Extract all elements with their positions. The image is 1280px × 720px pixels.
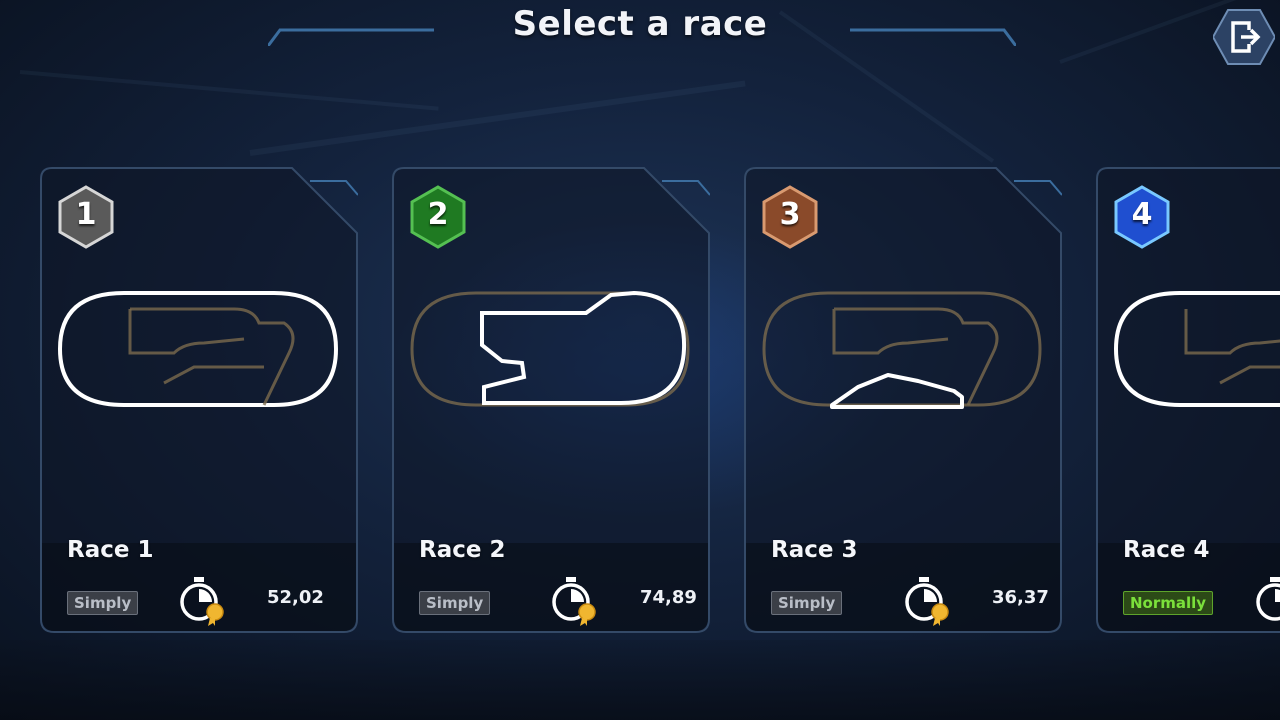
race-card-3[interactable]: 3 Race 3 Simply 36,37 <box>744 167 1062 633</box>
race-card-2[interactable]: 2 Race 2 Simply 74,89 <box>392 167 710 633</box>
header: Select a race <box>0 0 1280 56</box>
difficulty-badge: Simply <box>67 591 139 615</box>
ceiling-beam <box>19 70 439 111</box>
page-title: Select a race <box>512 4 768 44</box>
race-name: Race 3 <box>771 537 858 563</box>
race-number-badge: 1 <box>57 185 115 249</box>
race-number-badge: 2 <box>409 185 467 249</box>
exit-button[interactable] <box>1211 8 1277 66</box>
exit-icon <box>1211 9 1277 65</box>
stopwatch-medal-icon <box>552 577 596 626</box>
difficulty-badge: Simply <box>419 591 491 615</box>
track-map <box>57 291 339 407</box>
best-time: 36,37 <box>992 587 1049 608</box>
best-time: 52,02 <box>267 587 324 608</box>
difficulty-badge: Simply <box>771 591 843 615</box>
race-name: Race 2 <box>419 537 506 563</box>
ceiling-beam <box>249 80 746 156</box>
track-map <box>410 290 690 407</box>
race-number-badge: 3 <box>761 185 819 249</box>
garage-floor <box>0 640 1280 720</box>
best-time: 74,89 <box>640 587 697 608</box>
difficulty-badge: Normally <box>1123 591 1214 615</box>
stopwatch-medal-icon <box>1256 577 1280 621</box>
track-map <box>762 291 1042 409</box>
stopwatch-medal-icon <box>905 577 949 626</box>
race-name: Race 4 <box>1123 537 1210 563</box>
race-number-badge: 4 <box>1113 185 1171 249</box>
race-name: Race 1 <box>67 537 154 563</box>
stopwatch-medal-icon <box>180 577 224 626</box>
race-card-1[interactable]: 1 Race 1 Simply 52,02 <box>40 167 358 633</box>
track-map <box>1113 291 1280 407</box>
race-card-4[interactable]: 4 Race 4 Normally <box>1096 167 1280 633</box>
